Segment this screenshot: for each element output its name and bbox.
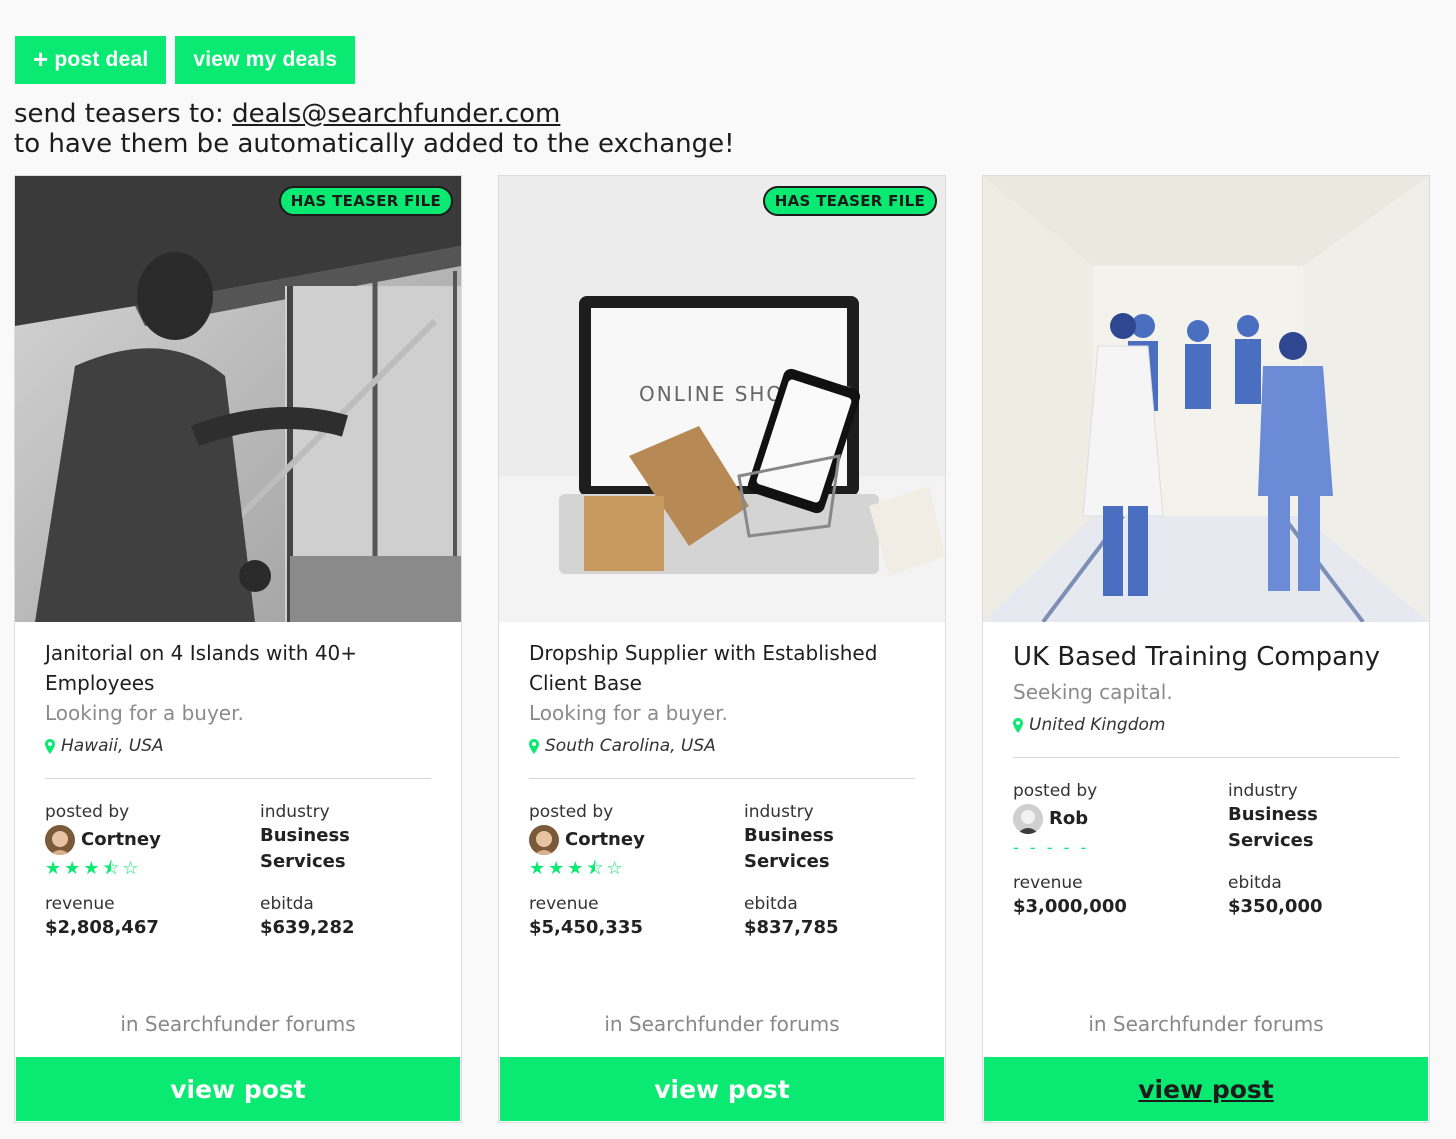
industry-label: industry xyxy=(744,802,814,822)
toolbar: + post deal view my deals xyxy=(15,36,356,84)
teaser-file-badge: HAS TEASER FILE xyxy=(278,186,453,216)
industry-label: industry xyxy=(1228,781,1298,801)
star-empty-icon: ☆ xyxy=(606,858,623,879)
view-post-label: view post xyxy=(654,1074,790,1104)
view-post-label: view post xyxy=(170,1074,306,1104)
avatar xyxy=(45,825,75,855)
deal-subtitle: Looking for a buyer. xyxy=(45,701,244,725)
email-link[interactable]: deals@searchfunder.com xyxy=(232,99,560,129)
teaser-line1-prefix: send teasers to: xyxy=(14,99,233,129)
rating-placeholder: - - - - - xyxy=(1013,838,1090,857)
ebitda-value: $639,282 xyxy=(260,917,355,938)
location-pin-icon xyxy=(1013,717,1023,733)
divider xyxy=(45,778,431,779)
ebitda-value: $837,785 xyxy=(744,917,839,938)
star-full-icon: ★ xyxy=(529,858,546,879)
poster[interactable]: Cortney xyxy=(529,825,744,855)
poster-name: Cortney xyxy=(565,829,645,850)
teaser-file-badge: HAS TEASER FILE xyxy=(762,186,937,216)
deal-location: Hawaii, USA xyxy=(45,736,431,756)
teaser-instructions: send teasers to: deals@searchfunder.com … xyxy=(14,99,735,159)
avatar xyxy=(529,825,559,855)
revenue-label: revenue xyxy=(45,894,115,914)
poster[interactable]: Cortney xyxy=(45,825,260,855)
teaser-line2: to have them be automatically added to t… xyxy=(14,129,735,159)
revenue-value: $3,000,000 xyxy=(1013,896,1127,917)
poster[interactable]: Rob xyxy=(1013,804,1228,834)
view-post-button[interactable]: view post xyxy=(500,1057,944,1121)
avatar xyxy=(1013,804,1043,834)
deal-image-janitor: HAS TEASER FILE xyxy=(15,176,461,622)
location-pin-icon xyxy=(45,738,55,754)
post-deal-label: post deal xyxy=(54,48,149,71)
industry-label: industry xyxy=(260,802,330,822)
star-full-icon: ★ xyxy=(567,858,584,879)
posted-by-label: posted by xyxy=(1013,781,1098,801)
posted-by-label: posted by xyxy=(45,802,130,822)
view-post-button[interactable]: view post xyxy=(984,1057,1428,1121)
deal-subtitle: Seeking capital. xyxy=(1013,680,1173,704)
revenue-label: revenue xyxy=(529,894,599,914)
deal-subtitle: Looking for a buyer. xyxy=(529,701,728,725)
view-post-label: view post xyxy=(1138,1074,1274,1104)
deal-location-text: United Kingdom xyxy=(1029,715,1166,735)
rating-stars: ★ ★ ★ ⯪ ☆ xyxy=(45,859,260,879)
location-pin-icon xyxy=(529,738,539,754)
star-half-icon: ⯪ xyxy=(102,858,120,879)
post-deal-button[interactable]: + post deal xyxy=(15,36,167,84)
revenue-label: revenue xyxy=(1013,873,1083,893)
star-full-icon: ★ xyxy=(83,858,100,879)
forum-link[interactable]: in Searchfunder forums xyxy=(983,1012,1429,1036)
view-my-deals-button[interactable]: view my deals xyxy=(175,36,356,84)
ebitda-label: ebitda xyxy=(1228,873,1282,893)
posted-by-label: posted by xyxy=(529,802,614,822)
ebitda-value: $350,000 xyxy=(1228,896,1323,917)
ebitda-label: ebitda xyxy=(260,894,314,914)
view-post-button[interactable]: view post xyxy=(16,1057,460,1121)
divider xyxy=(1013,757,1399,758)
deal-card: ONLINE SHOPPING HAS TEASER FILE Dropship… xyxy=(498,175,946,1123)
revenue-value: $2,808,467 xyxy=(45,917,159,938)
forum-link[interactable]: in Searchfunder forums xyxy=(15,1012,461,1036)
deal-image-online-shopping: ONLINE SHOPPING HAS TEASER FILE xyxy=(499,176,945,622)
star-full-icon: ★ xyxy=(64,858,81,879)
poster-name: Cortney xyxy=(81,829,161,850)
deal-location-text: South Carolina, USA xyxy=(545,736,716,756)
deal-title: UK Based Training Company xyxy=(1013,642,1380,672)
industry-value: Business Services xyxy=(744,825,834,872)
star-empty-icon: ☆ xyxy=(122,858,139,879)
forum-link[interactable]: in Searchfunder forums xyxy=(499,1012,945,1036)
star-half-icon: ⯪ xyxy=(586,858,604,879)
deal-location: United Kingdom xyxy=(1013,715,1399,735)
industry-value: Business Services xyxy=(1228,804,1318,851)
rating-stars: ★ ★ ★ ⯪ ☆ xyxy=(529,859,744,879)
deal-title: Dropship Supplier with Established Clien… xyxy=(529,641,878,695)
revenue-value: $5,450,335 xyxy=(529,917,643,938)
deal-location-text: Hawaii, USA xyxy=(61,736,164,756)
divider xyxy=(529,778,915,779)
industry-value: Business Services xyxy=(260,825,350,872)
deal-title: Janitorial on 4 Islands with 40+ Employe… xyxy=(45,641,358,695)
deal-card: HAS TEASER FILE Janitorial on 4 Islands … xyxy=(14,175,462,1123)
deal-image-hospital-corridor xyxy=(983,176,1429,622)
deal-card: UK Based Training Company Seeking capita… xyxy=(982,175,1430,1123)
deal-location: South Carolina, USA xyxy=(529,736,915,756)
poster-name: Rob xyxy=(1049,808,1089,829)
plus-icon: + xyxy=(33,44,49,74)
star-full-icon: ★ xyxy=(45,858,62,879)
star-full-icon: ★ xyxy=(548,858,565,879)
ebitda-label: ebitda xyxy=(744,894,798,914)
